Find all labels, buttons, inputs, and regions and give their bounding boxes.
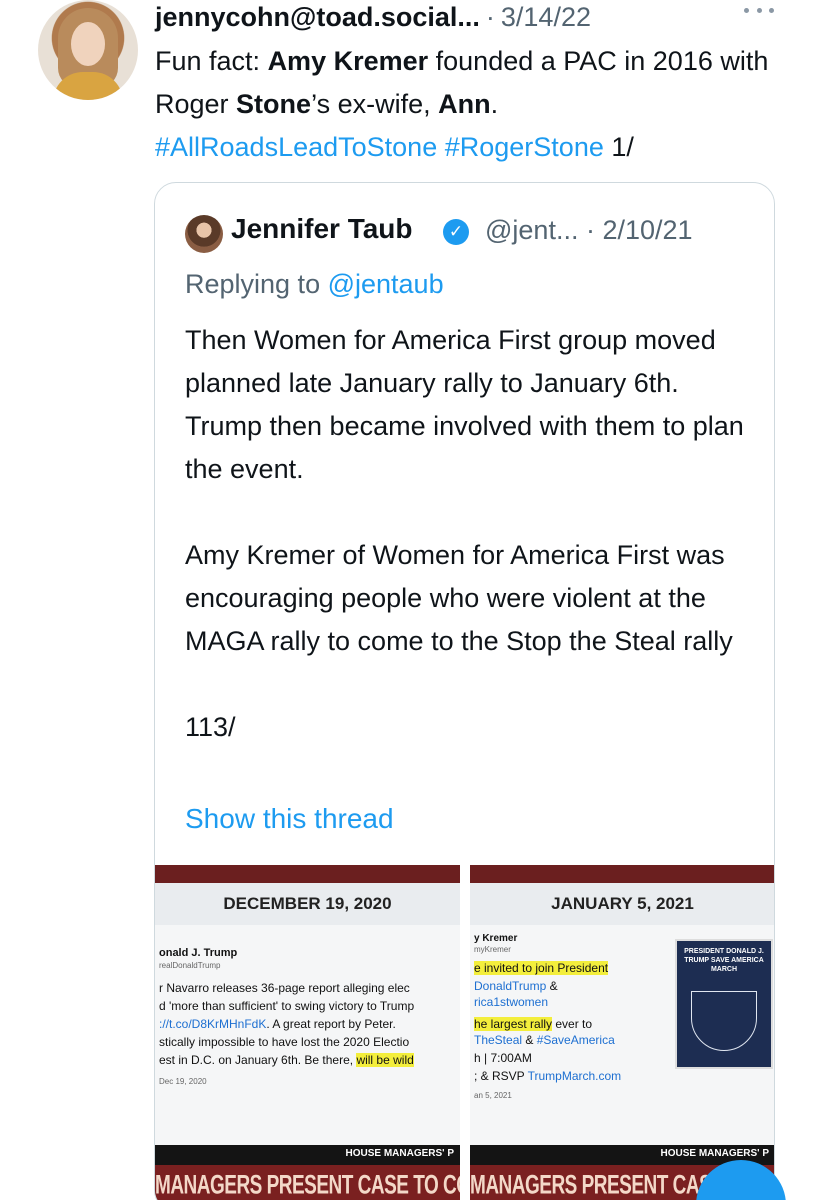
image-date-header: JANUARY 5, 2021	[470, 883, 774, 925]
tweet-text: Fun fact: Amy Kremer founded a PAC in 20…	[155, 40, 775, 169]
author-avatar[interactable]	[38, 0, 138, 100]
embedded-name: y Kremer	[474, 933, 518, 944]
image-top-bar	[470, 865, 774, 883]
quoted-author-handle[interactable]: @jent... · 2/10/21	[485, 215, 693, 246]
image-banner: HOUSE MANAGERS' P	[155, 1145, 460, 1165]
chyron-text: MANAGERS PRESENT CASE TO CONVICT TRUM	[155, 1171, 460, 1200]
quoted-author-name[interactable]: Jennifer Taub	[231, 213, 413, 245]
mention-link[interactable]: @jentaub	[328, 269, 444, 299]
embedded-line: stically impossible to have lost the 202…	[159, 1035, 410, 1049]
embedded-text: est in D.C. on January 6th. Be there,	[159, 1053, 357, 1067]
header-separator: ·	[485, 2, 495, 32]
highlighted-text: he largest rally	[474, 1017, 553, 1031]
embedded-text: &	[522, 1033, 537, 1047]
image-chyron: MANAGERS PRESENT CASE TO CONVICT TRUM	[155, 1165, 460, 1200]
avatar-face	[71, 22, 105, 66]
more-options-icon[interactable]	[744, 8, 774, 18]
embedded-link: ://t.co/D8KrMHnFdK	[159, 1017, 267, 1031]
embedded-tweet-screenshot: y Kremer myKremer e invited to join Pres…	[470, 925, 774, 1145]
show-thread-link[interactable]: Show this thread	[185, 803, 394, 835]
embedded-timestamp: an 5, 2021	[474, 1091, 512, 1100]
media-grid: DECEMBER 19, 2020 onald J. Trump realDon…	[155, 865, 774, 1200]
hashtag-link[interactable]: #RogerStone	[445, 132, 604, 162]
poster-text: PRESIDENT DONALD J. TRUMP SAVE AMERICA M…	[684, 948, 764, 973]
tweet-text-part: Fun fact:	[155, 46, 268, 76]
highlighted-text: e invited to join President	[474, 961, 609, 975]
embedded-text: ever to	[552, 1017, 593, 1031]
banner-text: HOUSE MANAGERS' P	[660, 1148, 769, 1159]
embedded-name: onald J. Trump	[159, 947, 238, 959]
embedded-line: r Navarro releases 36-page report allegi…	[159, 981, 410, 995]
embedded-link: #SaveAmerica	[536, 1033, 615, 1047]
tweet-text-bold: Amy Kremer	[267, 46, 429, 76]
tweet-text-bold: Stone	[236, 89, 312, 119]
embedded-line: d 'more than sufficient' to swing victor…	[159, 999, 415, 1013]
replying-to: Replying to @jentaub	[185, 269, 444, 300]
embedded-text: ; & RSVP	[474, 1069, 528, 1083]
embedded-link: TrumpMarch.com	[527, 1069, 622, 1083]
quoted-paragraph: 113/	[185, 712, 236, 742]
quoted-tweet-text: Then Women for America First group moved…	[185, 319, 755, 792]
media-image-right[interactable]: JANUARY 5, 2021 y Kremer myKremer e invi…	[470, 865, 774, 1200]
author-handle[interactable]: jennycohn@toad.social...	[155, 2, 480, 33]
tweet-header: jennycohn@toad.social... · 3/14/22	[155, 2, 774, 36]
replying-to-label: Replying to	[185, 269, 328, 299]
tweet-text-bold: Ann	[438, 89, 491, 119]
quoted-paragraph: Then Women for America First group moved…	[185, 325, 744, 484]
embedded-line: ://t.co/D8KrMHnFdK. A great report by Pe…	[159, 1017, 396, 1031]
quoted-author-avatar[interactable]	[185, 215, 223, 253]
quoted-tweet-card[interactable]: Jennifer Taub ✓ @jent... · 2/10/21 Reply…	[154, 182, 775, 1200]
poster-graphic	[691, 991, 757, 1051]
tweet-date[interactable]: 3/14/22	[501, 2, 591, 33]
embedded-line: TheSteal & #SaveAmerica	[474, 1033, 615, 1047]
embedded-username: myKremer	[474, 945, 511, 954]
embedded-line: he largest rally ever to	[474, 1017, 592, 1031]
embedded-tweet-screenshot: onald J. Trump realDonaldTrump r Navarro…	[155, 925, 460, 1145]
highlighted-text: will be wild	[356, 1053, 414, 1067]
embedded-link: DonaldTrump	[474, 979, 547, 993]
hashtag-link[interactable]: #AllRoadsLeadToStone	[155, 132, 437, 162]
embedded-username: realDonaldTrump	[159, 961, 221, 970]
embedded-line: h | 7:00AM	[474, 1051, 532, 1065]
image-date-header: DECEMBER 19, 2020	[155, 883, 460, 925]
banner-text: HOUSE MANAGERS' P	[345, 1148, 454, 1159]
embedded-link: TheSteal	[474, 1033, 523, 1047]
tweet-text-part: .	[490, 89, 499, 119]
embedded-text: . A great report by Peter.	[266, 1017, 396, 1031]
embedded-line: e invited to join President	[474, 961, 609, 975]
embedded-line: est in D.C. on January 6th. Be there, wi…	[159, 1053, 414, 1067]
verified-badge-icon: ✓	[443, 219, 469, 245]
tweet-text-part: ’s ex-wife,	[311, 89, 439, 119]
image-top-bar	[155, 865, 460, 883]
quoted-paragraph: Amy Kremer of Women for America First wa…	[185, 540, 733, 656]
embedded-line: DonaldTrump &	[474, 979, 558, 993]
march-poster: PRESIDENT DONALD J. TRUMP SAVE AMERICA M…	[675, 939, 773, 1069]
media-image-left[interactable]: DECEMBER 19, 2020 onald J. Trump realDon…	[155, 865, 460, 1200]
embedded-text: &	[546, 979, 558, 993]
thread-counter: 1/	[603, 132, 634, 162]
embedded-timestamp: Dec 19, 2020	[159, 1077, 207, 1086]
embedded-link: rica1stwomen	[474, 995, 549, 1009]
embedded-line: ; & RSVP TrumpMarch.com	[474, 1069, 621, 1083]
